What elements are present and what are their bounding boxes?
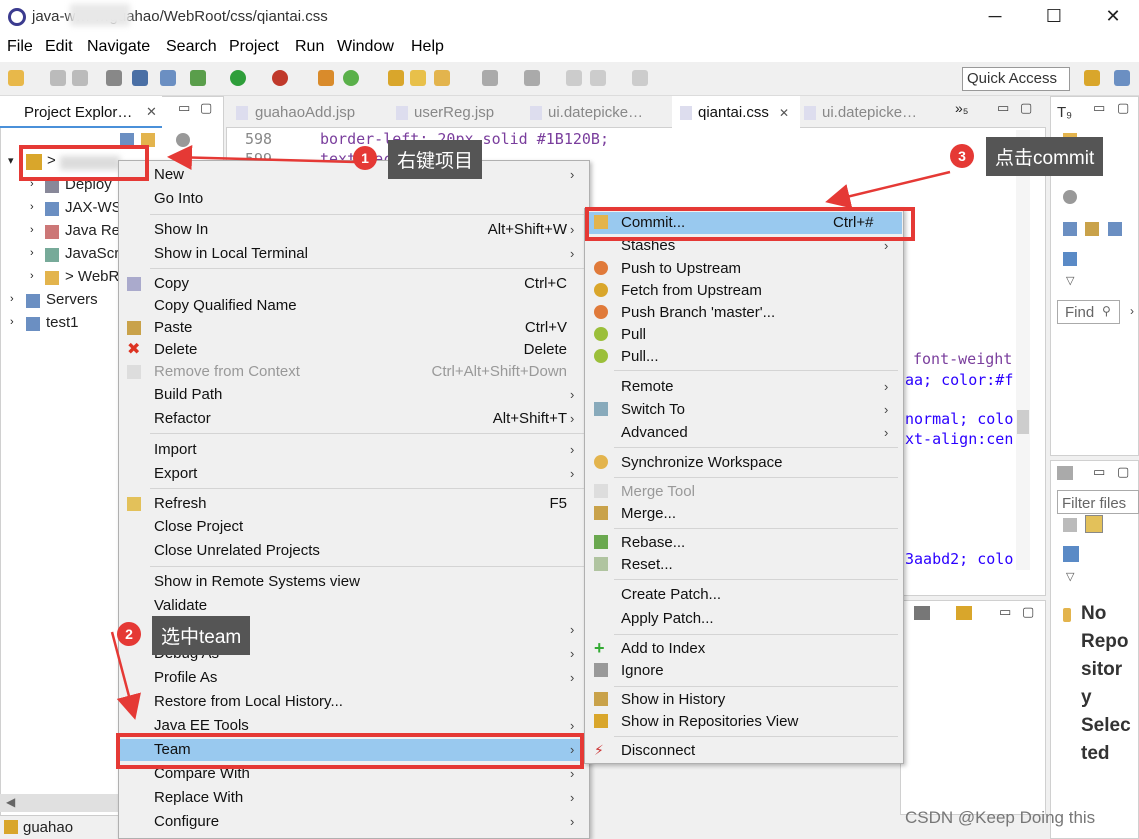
step3-callout: 点击commit bbox=[986, 137, 1104, 176]
step3-badge: 3 bbox=[950, 144, 974, 168]
step2-callout: 选中team bbox=[152, 616, 251, 655]
step2-badge: 2 bbox=[117, 622, 141, 646]
step1-badge: 1 bbox=[353, 146, 377, 170]
arrow-step1 bbox=[167, 145, 356, 171]
arrow-step3 bbox=[825, 170, 951, 209]
watermark: CSDN @Keep Doing this bbox=[905, 808, 1096, 827]
annotation-arrows bbox=[110, 145, 951, 720]
eclipse-window: java-w… …guahao/WebRoot/css/qiantai.css … bbox=[0, 0, 1139, 839]
step1-callout: 右键项目 bbox=[388, 140, 483, 179]
